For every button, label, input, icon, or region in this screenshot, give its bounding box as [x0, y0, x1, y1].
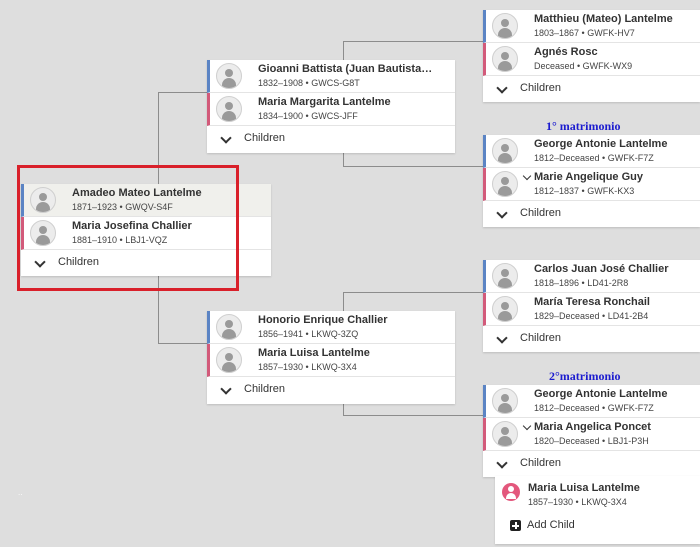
person-avatar-icon — [492, 13, 518, 39]
child-lifespan-id: 1857–1930 • LKWQ-3X4 — [528, 497, 627, 507]
person-avatar-icon — [492, 171, 518, 197]
children-label: Children — [520, 82, 561, 94]
mother-row[interactable]: Agnés Rosc Deceased • GWFK-WX9 — [483, 43, 700, 76]
children-label: Children — [520, 457, 561, 469]
mother-row[interactable]: Maria Luisa Lantelme 1857–1930 • LKWQ-3X… — [207, 344, 455, 377]
person-name[interactable]: Maria Margarita Lantelme — [258, 96, 451, 108]
chevron-down-icon — [496, 332, 508, 344]
children-toggle[interactable]: Children — [207, 126, 455, 152]
connector-line — [343, 166, 483, 167]
mother-row[interactable]: María Teresa Ronchail 1829–Deceased • LD… — [483, 293, 700, 326]
children-label: Children — [520, 207, 561, 219]
highlight-box — [17, 165, 239, 291]
children-label: Children — [244, 132, 285, 144]
child-popup: Maria Luisa Lantelme 1857–1930 • LKWQ-3X… — [495, 476, 700, 544]
children-toggle[interactable]: Children — [483, 326, 700, 352]
person-avatar-icon — [492, 46, 518, 72]
maternal-couple-card: Honorio Enrique Challier 1856–1941 • LKW… — [207, 311, 455, 404]
person-avatar-icon — [216, 63, 242, 89]
person-avatar-icon — [492, 388, 518, 414]
person-avatar-icon — [492, 138, 518, 164]
person-name[interactable]: Agnés Rosc — [534, 46, 696, 58]
marriage-annotation: 1° matrimonio — [546, 119, 621, 133]
connector-line — [343, 153, 344, 167]
chevron-down-icon — [496, 457, 508, 469]
person-lifespan-id: 1812–Deceased • GWFK-F7Z — [534, 153, 654, 163]
great-grandparents-card: Matthieu (Mateo) Lantelme 1803–1867 • GW… — [483, 10, 700, 102]
chevron-down-icon — [220, 383, 232, 395]
connector-line — [343, 415, 483, 416]
person-lifespan-id: 1803–1867 • GWFK-HV7 — [534, 28, 635, 38]
connector-line — [158, 92, 208, 93]
person-lifespan-id: 1856–1941 • LKWQ-3ZQ — [258, 329, 359, 339]
paternal-couple-card: Gioanni Battista (Juan Bautista… 1832–19… — [207, 60, 455, 153]
father-row[interactable]: Gioanni Battista (Juan Bautista… 1832–19… — [207, 60, 455, 93]
mother-row[interactable]: Marie Angelique Guy 1812–1837 • GWFK-KX3 — [483, 168, 700, 201]
add-child-button[interactable]: Add Child — [527, 519, 575, 531]
children-toggle[interactable]: Children — [483, 451, 700, 477]
marriage-annotation: 2°matrimonio — [549, 369, 621, 383]
person-lifespan-id: 1829–Deceased • LD41-2B4 — [534, 311, 649, 321]
person-lifespan-id: 1818–1896 • LD41-2R8 — [534, 278, 629, 288]
father-row[interactable]: Matthieu (Mateo) Lantelme 1803–1867 • GW… — [483, 10, 700, 43]
mother-row[interactable]: Maria Margarita Lantelme 1834–1900 • GWC… — [207, 93, 455, 126]
person-lifespan-id: 1812–Deceased • GWFK-F7Z — [534, 403, 654, 413]
connector-line — [158, 343, 208, 344]
mother-row[interactable]: Maria Angelica Poncet 1820–Deceased • LB… — [483, 418, 700, 451]
person-lifespan-id: 1812–1837 • GWFK-KX3 — [534, 186, 635, 196]
children-label: Children — [520, 332, 561, 344]
person-avatar-icon — [216, 347, 242, 373]
person-avatar-icon — [492, 421, 518, 447]
stray-mark: .. — [18, 488, 23, 497]
female-person-icon — [502, 483, 520, 501]
father-row[interactable]: Honorio Enrique Challier 1856–1941 • LKW… — [207, 311, 455, 344]
chevron-down-icon — [220, 132, 232, 144]
person-lifespan-id: 1834–1900 • GWCS-JFF — [258, 111, 358, 121]
connector-line — [343, 292, 344, 312]
person-avatar-icon — [492, 296, 518, 322]
person-lifespan-id: Deceased • GWFK-WX9 — [534, 61, 633, 71]
person-name[interactable]: Maria Angelica Poncet — [534, 421, 696, 433]
chevron-down-icon — [496, 207, 508, 219]
person-lifespan-id: 1820–Deceased • LBJ1-P3H — [534, 436, 649, 446]
children-toggle[interactable]: Children — [483, 201, 700, 227]
person-name[interactable]: Honorio Enrique Challier — [258, 314, 451, 326]
person-name[interactable]: George Antonie Lantelme — [534, 138, 696, 150]
connector-line — [343, 292, 483, 293]
person-name[interactable]: Matthieu (Mateo) Lantelme — [534, 13, 696, 25]
person-name[interactable]: Carlos Juan José Challier — [534, 263, 696, 275]
connector-line — [343, 41, 344, 61]
chevron-down-icon[interactable] — [522, 421, 532, 431]
great-grandparents-card: Carlos Juan José Challier 1818–1896 • LD… — [483, 260, 700, 352]
person-name[interactable]: Gioanni Battista (Juan Bautista… — [258, 63, 451, 75]
great-grandparents-card: George Antonie Lantelme 1812–Deceased • … — [483, 385, 700, 477]
great-grandparents-card: George Antonie Lantelme 1812–Deceased • … — [483, 135, 700, 227]
person-lifespan-id: 1832–1908 • GWCS-G8T — [258, 78, 360, 88]
connector-line — [343, 41, 483, 42]
child-name[interactable]: Maria Luisa Lantelme — [528, 482, 696, 494]
connector-line — [343, 402, 344, 416]
person-name[interactable]: George Antonie Lantelme — [534, 388, 696, 400]
person-name[interactable]: Maria Luisa Lantelme — [258, 347, 451, 359]
chevron-down-icon — [496, 82, 508, 94]
father-row[interactable]: George Antonie Lantelme 1812–Deceased • … — [483, 385, 700, 418]
chevron-down-icon[interactable] — [522, 171, 532, 181]
person-name[interactable]: María Teresa Ronchail — [534, 296, 696, 308]
children-toggle[interactable]: Children — [483, 76, 700, 102]
add-icon[interactable] — [510, 520, 521, 531]
children-toggle[interactable]: Children — [207, 377, 455, 403]
father-row[interactable]: George Antonie Lantelme 1812–Deceased • … — [483, 135, 700, 168]
person-avatar-icon — [216, 96, 242, 122]
father-row[interactable]: Carlos Juan José Challier 1818–1896 • LD… — [483, 260, 700, 293]
person-name[interactable]: Marie Angelique Guy — [534, 171, 696, 183]
children-label: Children — [244, 383, 285, 395]
person-avatar-icon — [492, 263, 518, 289]
person-lifespan-id: 1857–1930 • LKWQ-3X4 — [258, 362, 357, 372]
person-avatar-icon — [216, 314, 242, 340]
